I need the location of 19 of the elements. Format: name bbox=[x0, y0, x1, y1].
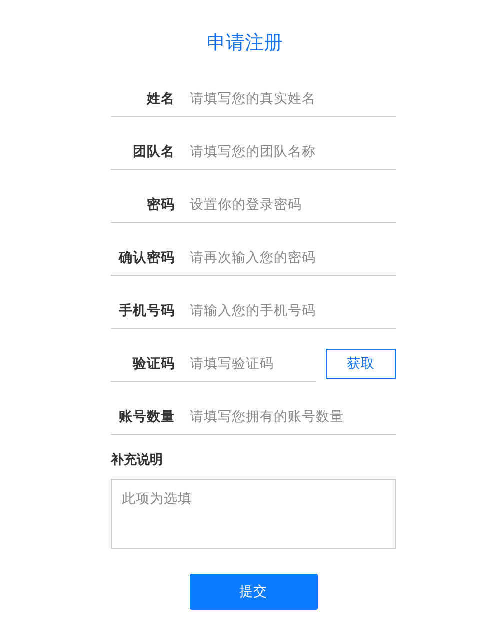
get-code-button[interactable]: 获取 bbox=[326, 348, 396, 378]
input-field[interactable]: 请填写您拥有的账号数量 bbox=[190, 408, 396, 424]
input-field[interactable]: 请输入您的手机号码 bbox=[190, 302, 396, 318]
notes-field[interactable]: 此项为选填 bbox=[111, 479, 396, 549]
field-label: 验证码 bbox=[132, 354, 175, 372]
input-field[interactable]: 请再次输入您的密码 bbox=[190, 250, 396, 266]
field-label: 姓名 bbox=[146, 90, 175, 108]
input-field[interactable]: 设置你的登录密码 bbox=[190, 196, 396, 212]
input-field[interactable]: 请填写验证码 bbox=[190, 356, 316, 372]
field-label: 补充说明 bbox=[111, 452, 163, 469]
submit-button[interactable]: 提交 bbox=[190, 574, 318, 610]
input-field[interactable]: 请填写您的真实姓名 bbox=[190, 90, 396, 106]
field-label: 密码 bbox=[146, 196, 175, 214]
field-label: 手机号码 bbox=[118, 302, 175, 320]
field-label: 确认密码 bbox=[118, 248, 175, 266]
field-label: 团队名 bbox=[132, 142, 175, 160]
page-title: 申请注册 bbox=[207, 31, 283, 55]
input-field[interactable]: 请填写您的团队名称 bbox=[190, 144, 396, 160]
field-label: 账号数量 bbox=[118, 408, 175, 426]
